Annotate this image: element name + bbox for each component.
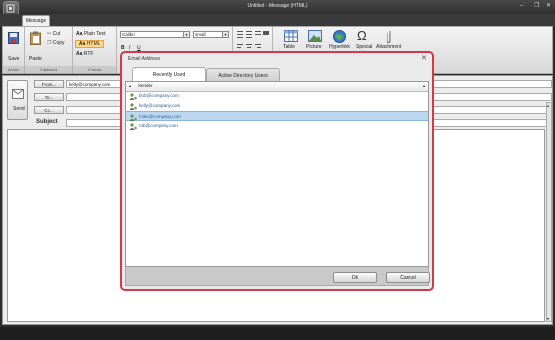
- to-button[interactable]: To...: [34, 93, 64, 101]
- dialog-title: Email Address: [128, 56, 160, 62]
- align-icons[interactable]: [237, 44, 269, 51]
- column-menu-icon: ▴: [422, 83, 425, 88]
- paste-icon: [30, 31, 41, 45]
- rtf-button[interactable]: Aa RTF: [76, 51, 93, 57]
- copy-icon: ❐: [47, 40, 52, 46]
- scroll-down-icon[interactable]: ▾: [547, 316, 549, 321]
- from-button[interactable]: From...: [34, 80, 64, 88]
- chevron-down-icon: ▾: [183, 32, 189, 37]
- window-title: Untitled - Message (HTML): [247, 3, 308, 9]
- html-icon: Aa: [79, 41, 86, 47]
- font-family-select[interactable]: Calibri ▾: [120, 31, 190, 38]
- body-scrollbar[interactable]: ▴ ▾: [546, 102, 552, 322]
- group-action: Save Action: [3, 27, 25, 73]
- group-label-clipboard: Clipboard: [25, 66, 72, 73]
- status-bar: [0, 327, 555, 340]
- cut-button[interactable]: ✂ Cut: [47, 31, 60, 37]
- list-item[interactable]: kelly@company.com: [126, 101, 428, 111]
- font-size-select[interactable]: small ▾: [193, 31, 229, 38]
- email-address-dialog: Email Address ✕ Recently Used Active Dir…: [120, 51, 434, 291]
- address-list-panel: ▴ Sender ▴ bob@company.com kelly@company…: [125, 81, 429, 267]
- copy-button[interactable]: ❐ Copy: [47, 40, 65, 46]
- send-label: Send: [13, 106, 25, 112]
- send-icon: [12, 89, 24, 99]
- omega-icon: Ω: [357, 28, 367, 43]
- group-clipboard: Paste ✂ Cut ❐ Copy Clipboard: [25, 27, 73, 73]
- rtf-label: RTF: [83, 51, 94, 57]
- restore-button[interactable]: ❐: [534, 3, 539, 9]
- dialog-footer: Ok Cancel: [125, 267, 430, 286]
- table-icon: [284, 30, 298, 42]
- paperclip-icon: [387, 31, 391, 43]
- minimize-button[interactable]: –: [520, 3, 523, 9]
- cc-button[interactable]: Cc...: [34, 106, 64, 114]
- special-label: Special: [356, 44, 373, 50]
- send-button[interactable]: Send: [7, 80, 28, 120]
- scroll-up-icon[interactable]: ▴: [547, 103, 549, 108]
- plain-text-button[interactable]: Aa Plain Text: [76, 31, 105, 37]
- hyperlink-label: Hyperlink: [329, 44, 350, 50]
- picture-label: Picture: [306, 44, 322, 50]
- tab-active-directory-users[interactable]: Active Directory Users: [206, 68, 280, 82]
- list-item-selected[interactable]: mike@company.com: [126, 111, 428, 121]
- contact-icon: [129, 123, 137, 130]
- table-label: Table: [283, 44, 295, 50]
- chevron-down-icon: ▾: [222, 32, 228, 37]
- ok-button[interactable]: Ok: [333, 272, 377, 283]
- contact-icon: [129, 103, 137, 110]
- save-icon: [8, 32, 19, 44]
- sort-icon: ▴: [129, 83, 132, 88]
- ribbon-tab-strip: [0, 14, 555, 26]
- globe-icon: [333, 30, 346, 43]
- plain-text-label: Plain Text: [83, 31, 106, 37]
- title-bar: Untitled - Message (HTML) – ❐ ✕: [0, 0, 555, 17]
- copy-label: Copy: [52, 40, 65, 46]
- rtf-icon: Aa: [76, 51, 83, 57]
- plain-text-icon: Aa: [76, 31, 83, 37]
- attachment-label: Attachment: [376, 44, 402, 50]
- list-icons[interactable]: [237, 31, 269, 38]
- list-item[interactable]: bob@company.com: [126, 91, 428, 101]
- save-button[interactable]: Save: [8, 56, 19, 62]
- list-item[interactable]: rob@company.com: [126, 121, 428, 131]
- contact-email: rob@company.com: [139, 123, 178, 128]
- group-label-format: Format: [73, 66, 116, 73]
- dialog-close-button[interactable]: ✕: [421, 54, 427, 62]
- close-button[interactable]: ✕: [546, 3, 551, 9]
- html-label: HTML: [86, 41, 101, 47]
- font-family-value: Calibri: [122, 32, 135, 37]
- contact-icon: [129, 114, 137, 121]
- column-sender: Sender: [138, 83, 153, 88]
- group-format: Aa Plain Text Aa HTML Aa RTF Format: [73, 27, 117, 73]
- html-button[interactable]: Aa HTML: [75, 40, 105, 48]
- picture-icon: [308, 30, 322, 42]
- contact-email: kelly@company.com: [139, 103, 181, 108]
- tab-recently-used[interactable]: Recently Used: [132, 67, 206, 82]
- cut-icon: ✂: [47, 31, 52, 37]
- subject-label: Subject: [36, 119, 58, 125]
- font-size-value: small: [195, 32, 206, 37]
- paste-button[interactable]: Paste: [29, 56, 42, 62]
- contact-icon: [129, 93, 137, 100]
- cancel-button[interactable]: Cancel: [386, 272, 430, 283]
- contact-email: bob@company.com: [139, 93, 179, 98]
- group-label-action: Action: [3, 66, 24, 73]
- cut-label: Cut: [52, 31, 61, 37]
